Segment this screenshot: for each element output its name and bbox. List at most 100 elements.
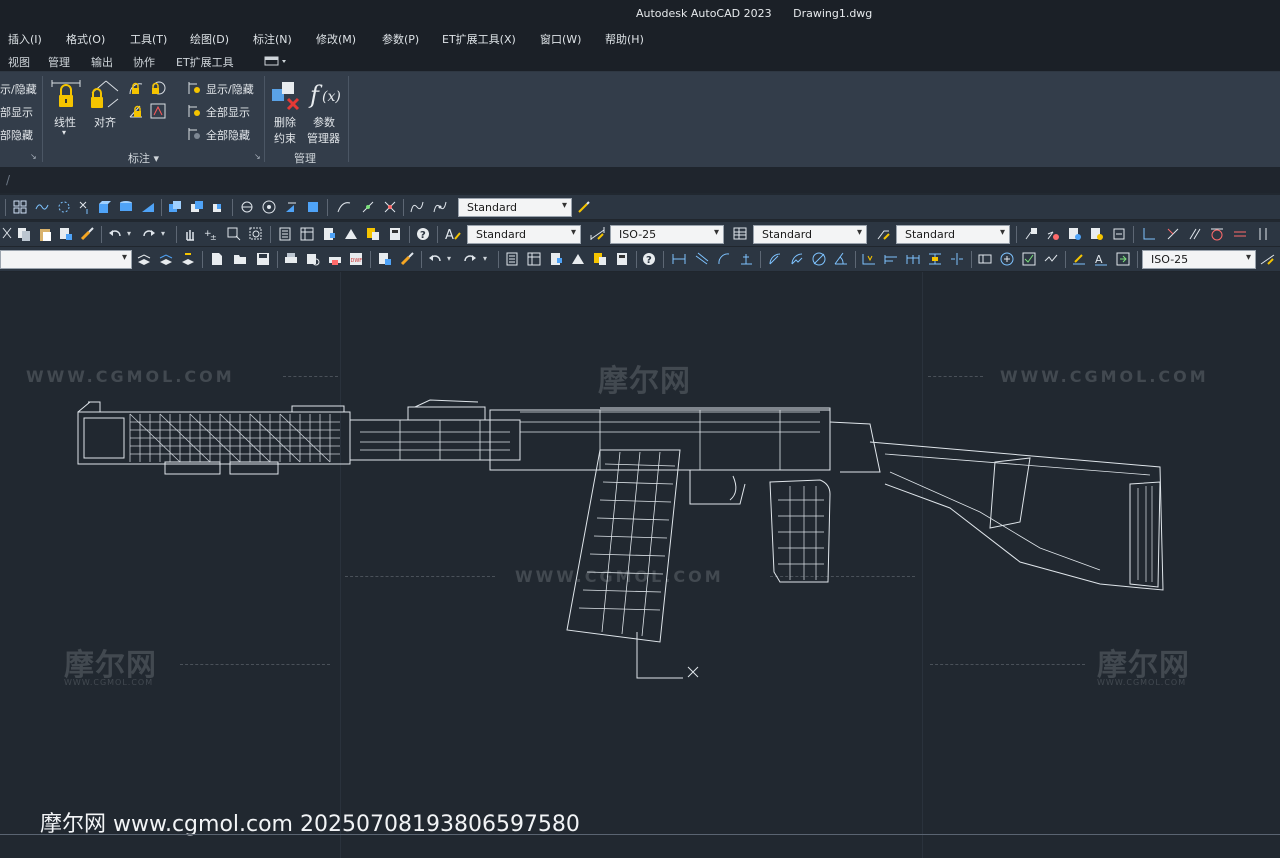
layer-dropdown[interactable]: ▾ bbox=[0, 250, 132, 269]
panel-launcher-icon[interactable]: ↘ bbox=[30, 152, 37, 161]
tolerance-icon[interactable] bbox=[978, 252, 992, 266]
dim-text-edit-icon[interactable]: A bbox=[1094, 252, 1108, 266]
revolve-icon[interactable] bbox=[306, 200, 320, 214]
undo-icon[interactable] bbox=[428, 252, 442, 266]
zoom-window-icon[interactable] bbox=[227, 227, 241, 241]
menu-express-tools[interactable]: ET扩展工具(X) bbox=[442, 31, 516, 47]
jogged-linear-icon[interactable] bbox=[1044, 252, 1058, 266]
show-all-label[interactable]: 全部显示 bbox=[206, 104, 250, 120]
ribbon-show-all-partial[interactable]: 部显示 bbox=[0, 104, 33, 120]
dim-diameter-icon[interactable] bbox=[812, 252, 826, 266]
arc-icon[interactable] bbox=[337, 200, 351, 214]
solid-cylinder-icon[interactable] bbox=[119, 200, 133, 214]
dim-linear-icon[interactable] bbox=[672, 252, 686, 266]
design-center-icon[interactable] bbox=[300, 227, 314, 241]
menu-draw[interactable]: 绘图(D) bbox=[190, 31, 229, 47]
tab-express-tools[interactable]: ET扩展工具 bbox=[176, 54, 234, 70]
open-folder-icon[interactable] bbox=[233, 252, 247, 266]
add-leader-icon[interactable] bbox=[1046, 227, 1060, 241]
dim-jogged-icon[interactable] bbox=[790, 252, 804, 266]
calculator-icon[interactable] bbox=[388, 227, 402, 241]
multileader-style-dropdown[interactable]: Standard ▾ bbox=[896, 225, 1010, 244]
delete-constraints-label-1[interactable]: 删除 bbox=[274, 114, 296, 130]
new-icon[interactable] bbox=[210, 252, 224, 266]
redo-icon[interactable] bbox=[463, 252, 477, 266]
equal-icon[interactable] bbox=[1233, 227, 1247, 241]
multileader-style-icon[interactable] bbox=[876, 227, 890, 241]
cut-icon[interactable] bbox=[0, 227, 14, 241]
sheet-set-icon[interactable] bbox=[344, 227, 358, 241]
menu-window[interactable]: 窗口(W) bbox=[540, 31, 581, 47]
remove-leader-icon[interactable] bbox=[1068, 227, 1082, 241]
dim-baseline-icon[interactable] bbox=[884, 252, 898, 266]
table-style-dropdown[interactable]: Standard ▾ bbox=[753, 225, 867, 244]
text-style-dropdown[interactable]: Standard ▾ bbox=[467, 225, 581, 244]
collect-leaders-icon[interactable] bbox=[1112, 227, 1126, 241]
paste-icon[interactable] bbox=[38, 227, 52, 241]
show-hide-label[interactable]: 显示/隐藏 bbox=[206, 81, 254, 97]
undo-dropdown-icon[interactable]: ▾ bbox=[447, 254, 461, 268]
show-hide-icon[interactable] bbox=[186, 80, 202, 99]
menu-insert[interactable]: 插入(I) bbox=[8, 31, 42, 47]
subtract-icon[interactable] bbox=[190, 200, 204, 214]
dim-continue-icon[interactable] bbox=[906, 252, 920, 266]
ribbon-hide-all-partial[interactable]: 部隐藏 bbox=[0, 127, 33, 143]
help-icon[interactable]: ? bbox=[416, 227, 430, 241]
menu-tools[interactable]: 工具(T) bbox=[130, 31, 167, 47]
style-edit-icon[interactable] bbox=[577, 200, 591, 214]
grid-icon[interactable] bbox=[13, 200, 27, 214]
print-icon[interactable] bbox=[284, 252, 298, 266]
menu-format[interactable]: 格式(O) bbox=[66, 31, 105, 47]
perpendicular-icon[interactable] bbox=[1142, 227, 1156, 241]
delete-constraints-icon[interactable] bbox=[270, 79, 302, 114]
align-leaders-icon[interactable] bbox=[1090, 227, 1104, 241]
tool-palettes-icon[interactable] bbox=[549, 252, 563, 266]
tab-view[interactable]: 视图 bbox=[8, 54, 30, 70]
dim-update-icon[interactable] bbox=[1116, 252, 1130, 266]
diameter-constraint-icon[interactable] bbox=[150, 80, 166, 99]
solid-wedge-icon[interactable] bbox=[141, 200, 155, 214]
intersect-icon[interactable] bbox=[212, 200, 226, 214]
extrude-icon[interactable] bbox=[284, 200, 298, 214]
multileader-icon[interactable] bbox=[1024, 227, 1038, 241]
ribbon-show-hide-partial[interactable]: 示/隐藏 bbox=[0, 81, 37, 97]
linear-dropdown-icon[interactable]: ▾ bbox=[62, 128, 66, 137]
wireframe-drawing[interactable] bbox=[0, 272, 1280, 858]
points-icon[interactable] bbox=[57, 200, 71, 214]
hide-all-label[interactable]: 全部隐藏 bbox=[206, 127, 250, 143]
close-icon[interactable] bbox=[78, 200, 92, 214]
dim-arc-icon[interactable] bbox=[717, 252, 731, 266]
show-all-icon[interactable] bbox=[186, 103, 202, 122]
trim-icon[interactable] bbox=[383, 200, 397, 214]
table-style-icon[interactable] bbox=[733, 227, 747, 241]
fix-icon[interactable] bbox=[1256, 227, 1270, 241]
help-icon[interactable]: ? bbox=[642, 252, 656, 266]
copy-icon[interactable] bbox=[17, 227, 31, 241]
dwf-icon[interactable]: DWF bbox=[349, 252, 363, 266]
tangent-icon[interactable] bbox=[1210, 227, 1224, 241]
parameters-manager-label-1[interactable]: 参数 bbox=[313, 114, 335, 130]
publish-icon[interactable] bbox=[328, 252, 342, 266]
solid-box-icon[interactable] bbox=[97, 200, 111, 214]
zoom-previous-icon[interactable] bbox=[249, 227, 263, 241]
dim-style-dropdown-2[interactable]: ISO-25 ▾ bbox=[1142, 250, 1256, 269]
dim-edit-icon[interactable] bbox=[1072, 252, 1086, 266]
dim-space-icon[interactable] bbox=[928, 252, 942, 266]
union-icon[interactable] bbox=[168, 200, 182, 214]
ribbon-minimize-icon[interactable] bbox=[264, 55, 290, 70]
tab-manage[interactable]: 管理 bbox=[48, 54, 70, 70]
snap-icon[interactable] bbox=[361, 200, 375, 214]
markup-icon[interactable] bbox=[593, 252, 607, 266]
aligned-constraint-icon[interactable] bbox=[88, 79, 120, 114]
orbit-icon[interactable] bbox=[240, 200, 254, 214]
tool-palettes-icon[interactable] bbox=[322, 227, 336, 241]
coincident-icon[interactable] bbox=[1166, 227, 1180, 241]
center-mark-icon[interactable] bbox=[1000, 252, 1014, 266]
undo-dropdown-icon[interactable]: ▾ bbox=[127, 229, 141, 243]
dim-break-icon[interactable] bbox=[950, 252, 964, 266]
properties-icon[interactable] bbox=[278, 227, 292, 241]
radius-constraint-icon[interactable] bbox=[128, 80, 144, 99]
redo-dropdown-icon[interactable]: ▾ bbox=[483, 254, 497, 268]
parameters-manager-icon[interactable]: f (x) bbox=[308, 79, 342, 114]
undo-icon[interactable] bbox=[108, 227, 122, 241]
